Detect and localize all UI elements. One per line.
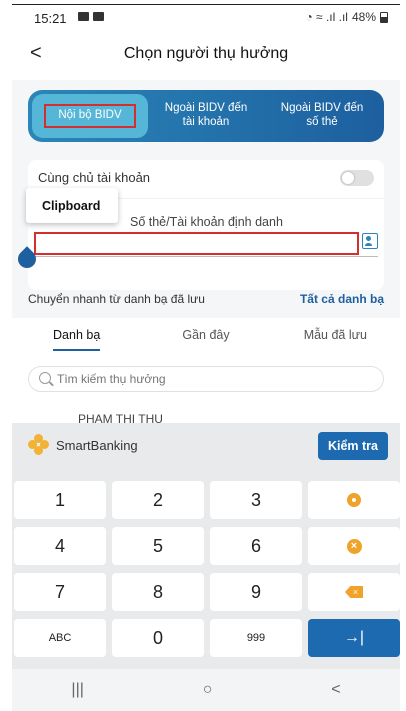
signal-icon: ◔ ≈ .ıl .ıl — [305, 10, 348, 24]
subtab-gan-day[interactable]: Gần đây — [141, 328, 270, 349]
home-button[interactable]: ○ — [203, 681, 213, 699]
contacts-section: Danh bạ Gần đây Mẫu đã lưu PHAM THI THU — [12, 318, 400, 426]
tab-ngoai-bidv-tai-khoan[interactable]: Ngoài BIDV đến tài khoản — [148, 94, 264, 138]
quick-transfer-label: Chuyển nhanh từ danh bạ đã lưu — [28, 292, 205, 306]
phone-screen: 15:21 ◔ ≈ .ıl .ıl 48% < Chọn người thụ h… — [12, 0, 400, 711]
gear-icon — [347, 493, 361, 507]
smartbanking-keyboard: SmartBanking Kiểm tra 1 2 3 4 5 6 × 7 8 … — [12, 423, 400, 669]
key-8[interactable]: 8 — [112, 573, 204, 611]
nav-back-button[interactable]: < — [331, 681, 340, 699]
contact-book-icon[interactable] — [362, 233, 378, 249]
key-999[interactable]: 999 — [210, 619, 302, 657]
image-icon — [78, 12, 89, 21]
subtab-danh-ba[interactable]: Danh bạ — [12, 328, 141, 351]
numeric-keypad: 1 2 3 4 5 6 × 7 8 9 × ABC 0 999 →| — [14, 481, 400, 657]
smartbanking-logo-icon — [28, 434, 50, 456]
recents-button[interactable]: ||| — [71, 681, 83, 699]
tab-noi-bo-bidv[interactable]: Nội bộ BIDV — [32, 94, 148, 138]
keyboard-brand-label: SmartBanking — [56, 437, 138, 453]
search-icon — [39, 372, 51, 384]
contact-subtabs: Danh bạ Gần đây Mẫu đã lưu — [12, 328, 400, 351]
account-form-card: Cùng chủ tài khoản Số thẻ/Tài khoản định… — [28, 160, 384, 290]
subtab-label: Gần đây — [182, 328, 230, 342]
subtab-mau-da-luu[interactable]: Mẫu đã lưu — [271, 328, 400, 349]
tab-label: Ngoài BIDV đến số thẻ — [280, 102, 364, 128]
key-abc[interactable]: ABC — [14, 619, 106, 657]
battery-percent: 48% — [351, 10, 376, 24]
tab-label: Ngoài BIDV đến tài khoản — [164, 102, 248, 128]
beneficiary-type-tabs: Nội bộ BIDV Ngoài BIDV đến tài khoản Ngo… — [28, 90, 384, 142]
enter-key[interactable]: →| — [308, 619, 400, 657]
clear-icon: × — [346, 538, 362, 554]
folder-icon — [93, 12, 104, 21]
clear-key[interactable]: × — [308, 527, 400, 565]
status-top-line — [12, 4, 400, 5]
notification-icons — [78, 12, 104, 21]
clipboard-popup[interactable]: Clipboard — [26, 188, 118, 223]
same-owner-label: Cùng chủ tài khoản — [38, 170, 151, 185]
keyboard-brand: SmartBanking — [28, 434, 138, 456]
key-6[interactable]: 6 — [210, 527, 302, 565]
key-2[interactable]: 2 — [112, 481, 204, 519]
status-bar: 15:21 ◔ ≈ .ıl .ıl 48% — [12, 0, 400, 36]
app-header: < Chọn người thụ hưởng — [12, 36, 400, 80]
subtab-label: Mẫu đã lưu — [303, 328, 367, 342]
toggle-knob — [342, 172, 354, 184]
backspace-icon: × — [345, 586, 363, 598]
backspace-key[interactable]: × — [308, 573, 400, 611]
key-4[interactable]: 4 — [14, 527, 106, 565]
subtab-label: Danh bạ — [53, 328, 101, 351]
all-contacts-link[interactable]: Tất cả danh bạ — [300, 292, 384, 306]
page-title: Chọn người thụ hưởng — [123, 45, 289, 62]
search-input[interactable] — [57, 367, 367, 391]
system-indicators: ◔ ≈ .ıl .ıl 48% — [305, 10, 388, 24]
input-underline — [34, 256, 378, 257]
beneficiary-search — [28, 366, 384, 392]
key-1[interactable]: 1 — [14, 481, 106, 519]
battery-icon — [380, 11, 388, 23]
key-0[interactable]: 0 — [112, 619, 204, 657]
tab-label: Nội bộ BIDV — [44, 104, 136, 128]
key-3[interactable]: 3 — [210, 481, 302, 519]
same-owner-toggle[interactable] — [340, 170, 374, 186]
status-time: 15:21 — [34, 11, 67, 26]
system-nav-bar: ||| ○ < — [12, 669, 400, 711]
tab-ngoai-bidv-so-the[interactable]: Ngoài BIDV đến số thẻ — [264, 94, 380, 138]
account-number-label: Số thẻ/Tài khoản định danh — [130, 215, 283, 229]
account-number-input[interactable] — [34, 232, 359, 255]
key-9[interactable]: 9 — [210, 573, 302, 611]
check-button[interactable]: Kiểm tra — [318, 432, 388, 460]
key-7[interactable]: 7 — [14, 573, 106, 611]
key-5[interactable]: 5 — [112, 527, 204, 565]
settings-key[interactable] — [308, 481, 400, 519]
